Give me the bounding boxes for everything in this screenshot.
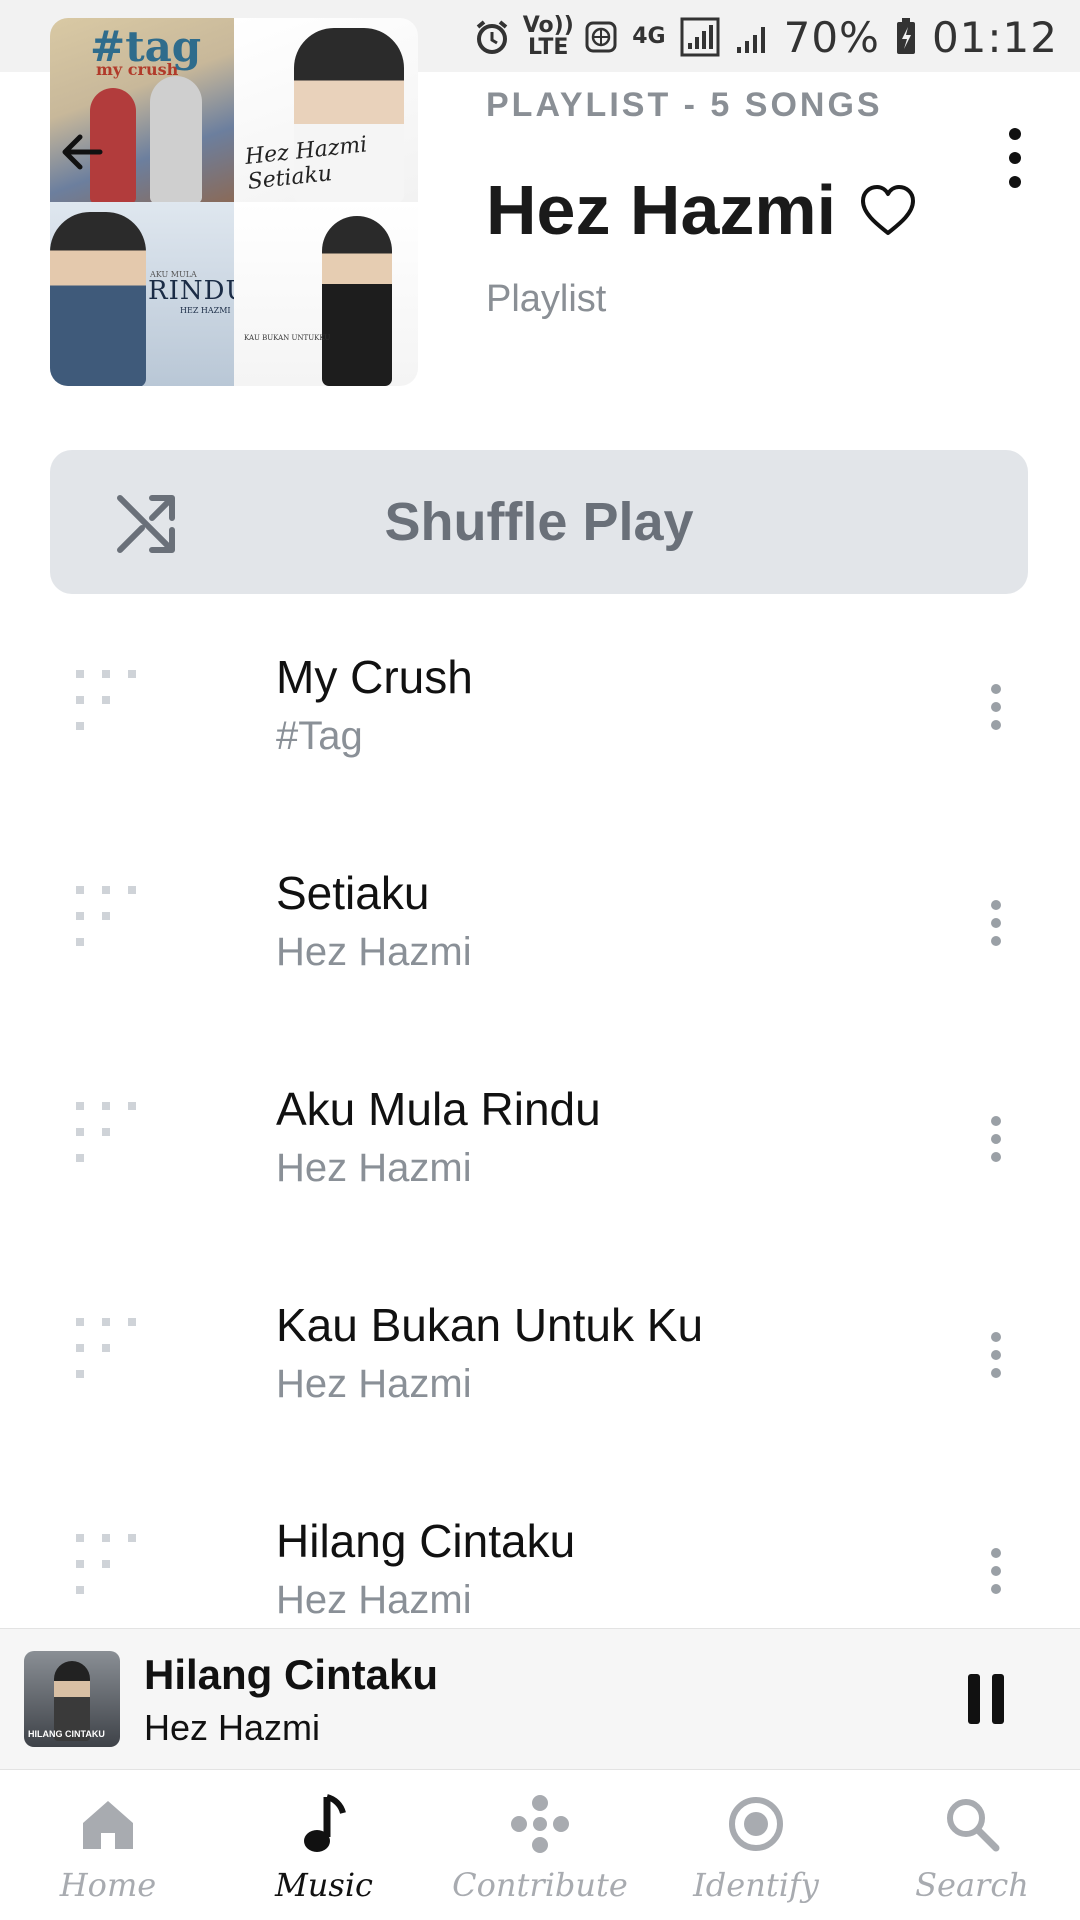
playlist-type-label: Playlist <box>486 278 607 320</box>
nav-item-contribute[interactable]: Contribute <box>432 1770 648 1920</box>
artwork-tile-setiaku: Hez Hazmi Setiaku <box>234 18 418 202</box>
favorite-button[interactable] <box>858 180 918 240</box>
song-row[interactable]: Hilang Cintaku Hez Hazmi <box>0 1484 1080 1628</box>
pause-button[interactable] <box>956 1669 1016 1729</box>
song-more-options-button[interactable] <box>976 1536 1016 1606</box>
pause-icon <box>968 1674 980 1724</box>
song-artist: #Tag <box>276 714 363 758</box>
song-title: Setiaku <box>276 867 430 919</box>
song-artist: Hez Hazmi <box>276 1146 472 1190</box>
contribute-icon <box>504 1788 576 1860</box>
song-title: Hilang Cintaku <box>276 1515 576 1567</box>
song-row[interactable]: Setiaku Hez Hazmi <box>0 836 1080 1052</box>
artwork-tile-kau-bukan-untukku: KAU BUKAN UNTUKKU <box>234 202 418 386</box>
figure-4 <box>50 212 146 386</box>
nav-item-search[interactable]: Search <box>864 1770 1080 1920</box>
rindu-cover-text: RINDU <box>148 276 234 306</box>
song-title: Kau Bukan Untuk Ku <box>276 1299 704 1351</box>
song-more-options-button[interactable] <box>976 1320 1016 1390</box>
shuffle-play-label: Shuffle Play <box>384 492 694 552</box>
title-row: Hez Hazmi <box>486 170 918 250</box>
drag-handle-icon[interactable] <box>76 1318 146 1382</box>
search-icon <box>936 1788 1008 1860</box>
song-list: My Crush #Tag Setiaku Hez Hazmi Aku Mula… <box>0 620 1080 1628</box>
song-title: Aku Mula Rindu <box>276 1083 601 1135</box>
song-artist: Hez Hazmi <box>276 1362 472 1406</box>
drag-handle-icon[interactable] <box>76 886 146 950</box>
playlist-subtitle: PLAYLIST - 5 SONGS <box>486 86 883 124</box>
playlist-artwork: #tag my crush Hez Hazmi Setiaku AKU MULA… <box>50 18 418 386</box>
nav-item-identify[interactable]: Identify <box>648 1770 864 1920</box>
drag-handle-icon[interactable] <box>76 1534 146 1598</box>
pause-icon-bar <box>992 1674 1004 1724</box>
identify-icon <box>720 1788 792 1860</box>
playlist-header: #tag my crush Hez Hazmi Setiaku AKU MULA… <box>0 0 1080 400</box>
more-vertical-icon <box>1009 128 1021 188</box>
nav-label: Music <box>275 1866 373 1904</box>
nav-label: Identify <box>693 1866 819 1904</box>
rindu-artist-text: HEZ HAZMI <box>180 306 231 315</box>
more-options-button[interactable] <box>990 120 1040 196</box>
my-crush-text: my crush <box>96 60 179 79</box>
song-title: My Crush <box>276 651 473 703</box>
figure-5 <box>322 216 392 386</box>
drag-handle-icon[interactable] <box>76 670 146 734</box>
heart-icon <box>861 185 916 235</box>
song-artist: Hez Hazmi <box>276 930 472 974</box>
arrow-left-icon <box>62 134 103 170</box>
music-note-icon <box>288 1788 360 1860</box>
song-more-options-button[interactable] <box>976 888 1016 958</box>
song-more-options-button[interactable] <box>976 1104 1016 1174</box>
now-playing-artwork: HILANG CINTAKU <box>24 1651 120 1747</box>
song-row[interactable]: My Crush #Tag <box>0 620 1080 836</box>
nav-label: Home <box>59 1866 157 1904</box>
song-row[interactable]: Kau Bukan Untuk Ku Hez Hazmi <box>0 1268 1080 1484</box>
nav-label: Search <box>915 1866 1029 1904</box>
nav-label: Contribute <box>452 1866 628 1904</box>
drag-handle-icon[interactable] <box>76 1102 146 1166</box>
back-button[interactable] <box>52 122 112 182</box>
nav-item-music[interactable]: Music <box>216 1770 432 1920</box>
song-row[interactable]: Aku Mula Rindu Hez Hazmi <box>0 1052 1080 1268</box>
now-playing-title: Hilang Cintaku <box>144 1651 439 1698</box>
home-icon <box>72 1788 144 1860</box>
bottom-navigation: Home Music Contribute Identify Search <box>0 1770 1080 1920</box>
figure-2 <box>150 76 202 202</box>
song-artist: Hez Hazmi <box>276 1578 472 1622</box>
nav-item-home[interactable]: Home <box>0 1770 216 1920</box>
artwork-tile-aku-mula-rindu: AKU MULA RINDU HEZ HAZMI <box>50 202 234 386</box>
shuffle-play-button[interactable]: Shuffle Play <box>50 450 1028 594</box>
shuffle-icon <box>117 495 175 553</box>
now-playing-art-label: HILANG CINTAKU <box>28 1729 105 1739</box>
now-playing-artist: Hez Hazmi <box>144 1707 321 1748</box>
song-more-options-button[interactable] <box>976 672 1016 742</box>
now-playing-bar[interactable]: HILANG CINTAKU Hilang Cintaku Hez Hazmi <box>0 1628 1080 1770</box>
kau-bukan-untukku-text: KAU BUKAN UNTUKKU <box>244 334 331 342</box>
page-title: Hez Hazmi <box>486 171 837 249</box>
